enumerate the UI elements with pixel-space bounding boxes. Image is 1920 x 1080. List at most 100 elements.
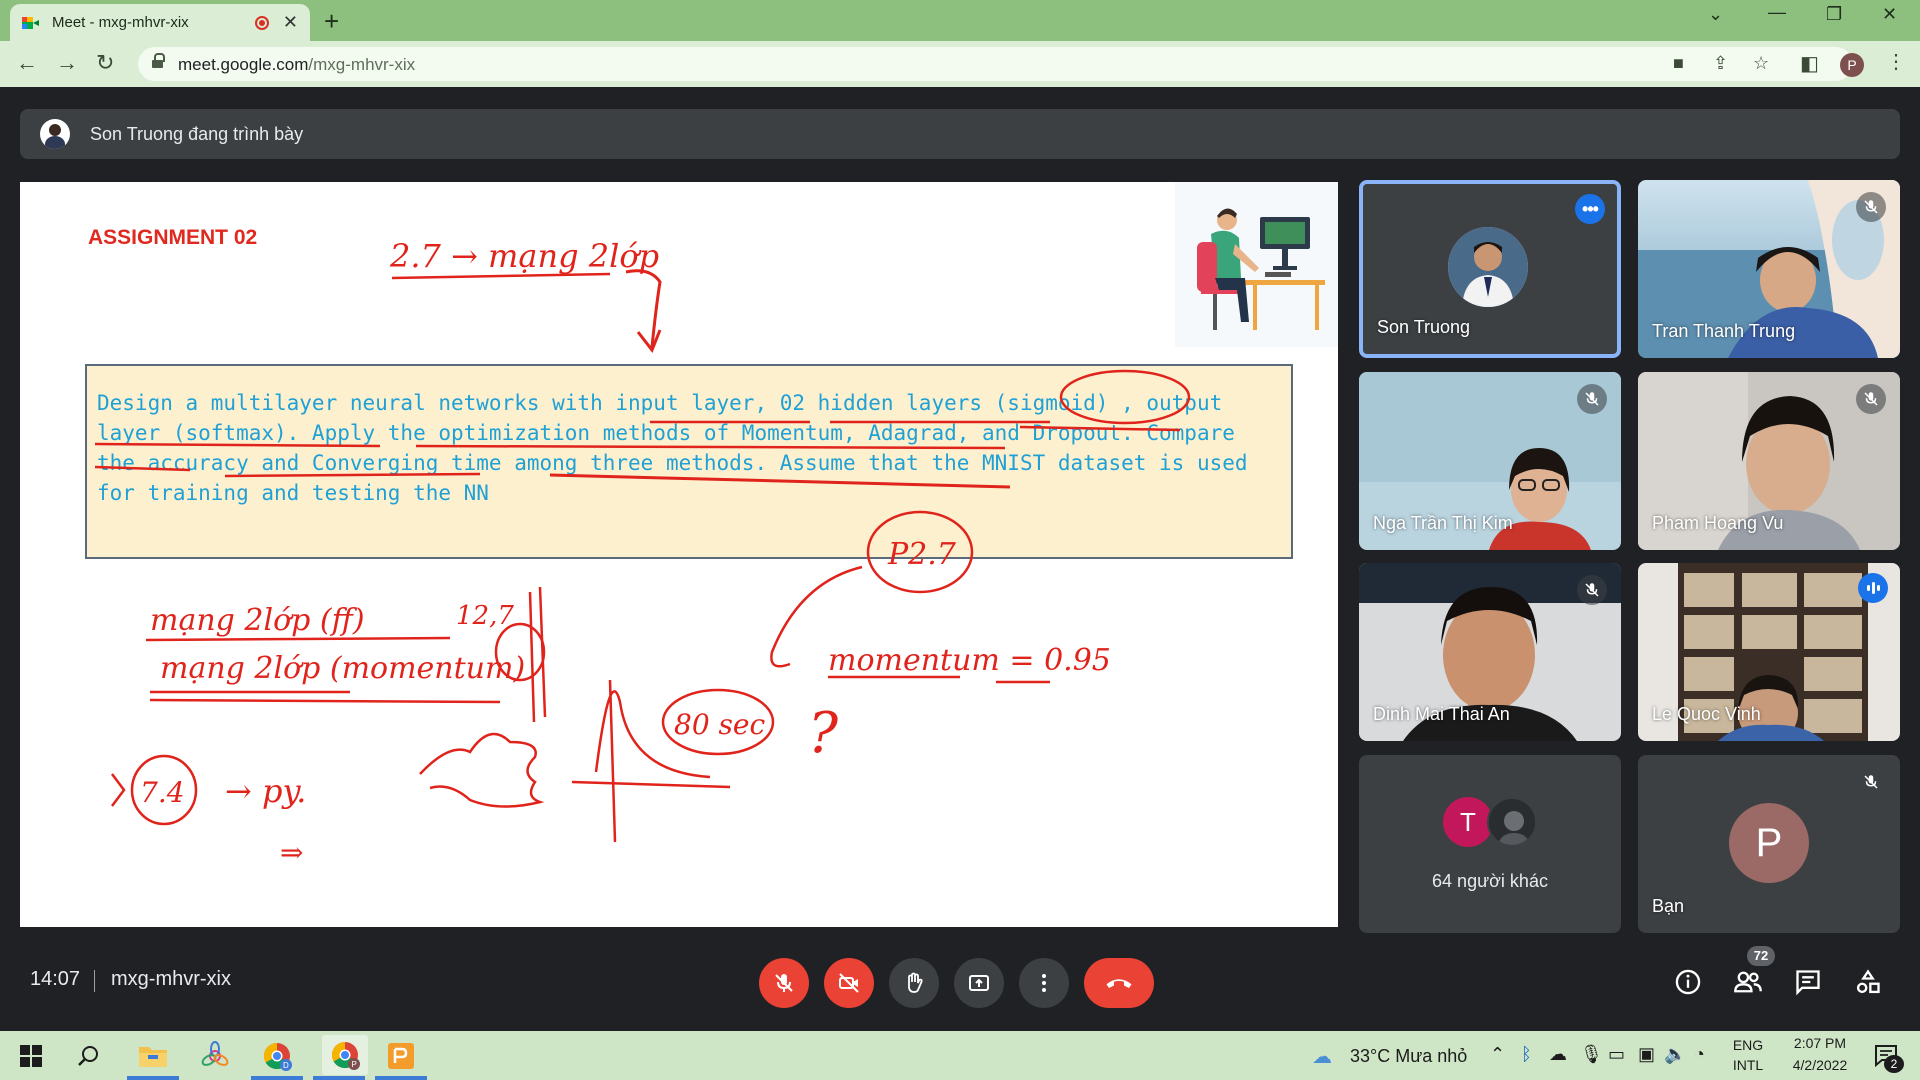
annotation-py: → py. — [225, 772, 306, 810]
muted-icon — [1856, 767, 1886, 797]
illustration-image — [1175, 182, 1338, 347]
muted-icon — [1856, 192, 1886, 222]
address-bar[interactable]: meet.google.com/mxg-mhvr-xix ■ ⇪ ☆ — [138, 47, 1853, 81]
participant-tile[interactable]: Dinh Mai Thai An — [1359, 563, 1621, 741]
muted-icon — [1856, 384, 1886, 414]
search-button[interactable] — [72, 1039, 106, 1073]
windows-start-button[interactable] — [14, 1039, 48, 1073]
bookmark-star-icon[interactable]: ☆ — [1753, 53, 1769, 74]
weather-icon[interactable]: ☁ — [1312, 1044, 1332, 1069]
more-options-button[interactable] — [1019, 958, 1069, 1008]
annotation-arrow: ⇒ — [280, 836, 303, 869]
notification-count-badge: 2 — [1884, 1055, 1904, 1073]
reload-button[interactable]: ↻ — [96, 50, 114, 76]
taskbar-date[interactable]: 4/2/2022 — [1780, 1057, 1860, 1073]
microphone-toggle-button[interactable] — [759, 958, 809, 1008]
chrome-icon: D — [263, 1042, 292, 1071]
others-tile[interactable]: T 64 người khác — [1359, 755, 1621, 933]
others-avatar-1: T — [1443, 797, 1493, 847]
annotation-number: 12,7 — [456, 601, 514, 631]
taskbar-time[interactable]: 2:07 PM — [1780, 1035, 1860, 1051]
active-app-indicator — [251, 1076, 303, 1080]
browser-menu-icon[interactable]: ⋮ — [1886, 49, 1906, 74]
participant-tile[interactable]: Nga Trần Thị Kim — [1359, 372, 1621, 550]
participant-tile[interactable]: Pham Hoang Vu — [1638, 372, 1900, 550]
info-icon — [1675, 969, 1701, 995]
participant-name: Nga Trần Thị Kim — [1373, 513, 1513, 533]
forward-button[interactable]: → — [56, 50, 78, 76]
pdf-app-button[interactable] — [384, 1039, 418, 1073]
camera-toggle-button[interactable] — [824, 958, 874, 1008]
participant-tile[interactable]: Tran Thanh Trung — [1638, 180, 1900, 358]
participant-name: Le Quoc Vinh — [1652, 704, 1761, 724]
new-tab-button[interactable]: + — [324, 6, 339, 37]
participant-name: Son Truong — [1377, 317, 1471, 337]
camera-off-icon — [839, 973, 859, 993]
recording-icon — [254, 15, 269, 30]
close-window-button[interactable]: ✕ — [1882, 4, 1897, 25]
battery-icon[interactable]: ▭ — [1608, 1044, 1625, 1065]
others-avatar-2 — [1487, 797, 1537, 847]
show-hidden-icons-icon[interactable]: ⌃ — [1490, 1044, 1505, 1065]
people-icon — [1734, 971, 1762, 993]
more-options-icon[interactable]: ••• — [1575, 194, 1605, 224]
raise-hand-button[interactable] — [889, 958, 939, 1008]
active-app-indicator — [127, 1076, 179, 1080]
browser-tab[interactable]: Meet - mxg-mhvr-xix ✕ — [10, 4, 310, 41]
participant-name: Dinh Mai Thai An — [1373, 704, 1510, 724]
volume-icon[interactable]: 🔈 — [1664, 1044, 1686, 1065]
tab-close-icon[interactable]: ✕ — [283, 12, 298, 33]
self-avatar: P — [1729, 803, 1809, 883]
meeting-code: mxg-mhvr-xix — [111, 968, 231, 990]
slide-title: ASSIGNMENT 02 — [88, 226, 258, 249]
meeting-details-button[interactable] — [1672, 966, 1704, 998]
participant-avatar — [1448, 227, 1528, 307]
activities-button[interactable] — [1852, 966, 1884, 998]
url-text[interactable]: meet.google.com/mxg-mhvr-xix — [178, 55, 415, 75]
restore-button[interactable]: ❐ — [1826, 4, 1842, 25]
people-button[interactable] — [1732, 966, 1764, 998]
windows-logo-icon — [20, 1045, 42, 1067]
paint-app-button[interactable] — [198, 1039, 232, 1073]
presenter-banner-text: Son Truong đang trình bày — [90, 123, 304, 144]
profile-avatar[interactable]: P — [1840, 53, 1864, 77]
participant-tile[interactable]: ••• Son Truong — [1359, 180, 1621, 358]
annotation-top-note: 2.7 → mạng 2lớp — [389, 237, 659, 275]
lock-icon[interactable] — [152, 53, 165, 69]
network-icon[interactable]: ☁ — [1549, 1044, 1567, 1065]
wifi-icon[interactable]: ◔ — [1694, 1044, 1705, 1065]
chat-icon — [1796, 970, 1820, 996]
present-screen-button[interactable] — [954, 958, 1004, 1008]
file-explorer-button[interactable] — [136, 1039, 170, 1073]
back-button[interactable]: ← — [16, 50, 38, 76]
weather-text[interactable]: 33°C Mưa nhỏ — [1350, 1046, 1467, 1067]
activities-icon — [1856, 969, 1880, 994]
minimize-button[interactable]: — — [1768, 2, 1786, 23]
display-icon[interactable]: ▣ — [1638, 1044, 1655, 1065]
windows-taskbar: D P ☁ 33°C Mưa nhỏ ⌃ ᛒ ☁ 🎙 ▭ ▣ 🔈 ◔ ENG I… — [0, 1031, 1920, 1080]
chrome-profile-p-button[interactable]: P — [322, 1035, 368, 1075]
language-indicator-bottom[interactable]: INTL — [1728, 1057, 1768, 1073]
tab-search-icon[interactable]: ⌄ — [1708, 4, 1723, 25]
bluetooth-icon[interactable]: ᛒ — [1521, 1044, 1532, 1065]
camera-in-use-icon[interactable]: ■ — [1673, 53, 1684, 74]
participant-name: Pham Hoang Vu — [1652, 513, 1784, 533]
end-call-button[interactable] — [1084, 958, 1154, 1008]
participant-tile[interactable]: Le Quoc Vinh — [1638, 563, 1900, 741]
chat-button[interactable] — [1792, 966, 1824, 998]
search-icon — [78, 1046, 98, 1066]
participant-name: Tran Thanh Trung — [1652, 321, 1796, 341]
share-icon[interactable]: ⇪ — [1713, 53, 1728, 74]
speaking-indicator-icon — [1858, 573, 1888, 603]
chrome-profile-d-button[interactable]: D — [260, 1039, 294, 1073]
muted-icon — [1577, 384, 1607, 414]
active-app-indicator — [375, 1076, 427, 1080]
assignment-description: Design a multilayer neural networks with… — [97, 391, 1248, 505]
shared-screen: ASSIGNMENT 02 Design a multilayer neural… — [20, 182, 1338, 927]
microphone-tray-icon[interactable]: 🎙 — [1580, 1044, 1603, 1065]
side-panel-icon[interactable]: ◧ — [1800, 51, 1819, 76]
language-indicator-top[interactable]: ENG — [1728, 1037, 1768, 1053]
self-tile[interactable]: P Bạn — [1638, 755, 1900, 933]
browser-toolbar: ← → ↻ meet.google.com/mxg-mhvr-xix ■ ⇪ ☆… — [0, 41, 1920, 87]
svg-text:D: D — [283, 1061, 289, 1070]
